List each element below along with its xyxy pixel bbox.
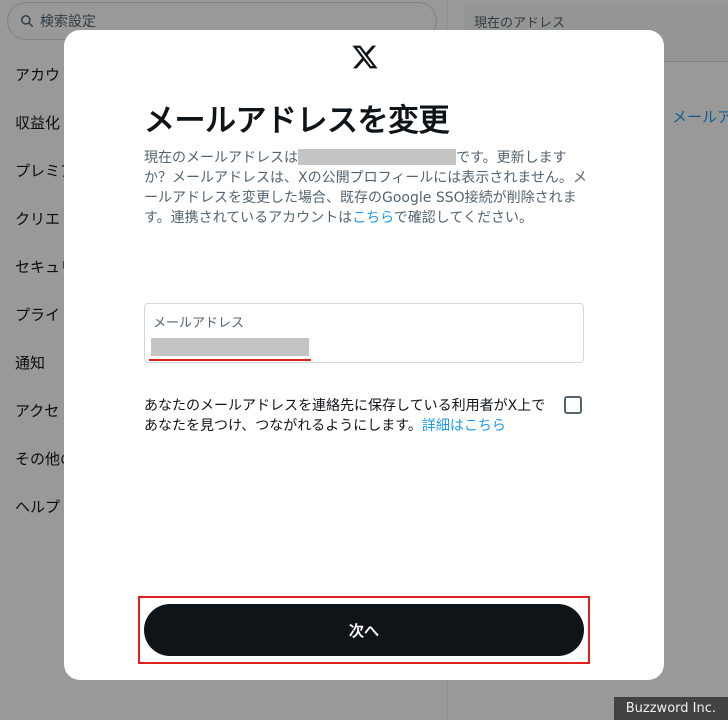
linked-accounts-link[interactable]: こちら bbox=[352, 210, 394, 226]
dialog-description: 現在のメールアドレスは です。更新しますか？メールアドレスは、Xの公開プロフィール… bbox=[144, 148, 588, 228]
watermark: Buzzword Inc. bbox=[613, 697, 728, 720]
email-field-label: メールアドレス bbox=[153, 316, 245, 331]
x-logo-icon bbox=[352, 45, 378, 69]
discoverability-checkbox[interactable] bbox=[564, 396, 582, 414]
dialog-title: メールアドレスを変更 bbox=[144, 103, 450, 139]
learn-more-link[interactable]: 詳細はこちら bbox=[422, 418, 506, 434]
redacted-email-value[interactable] bbox=[151, 338, 309, 356]
annotation-underline bbox=[149, 359, 311, 361]
email-field[interactable]: メールアドレス bbox=[144, 303, 584, 363]
description-text: 現在のメールアドレスは bbox=[144, 150, 298, 166]
discoverability-text: あなたのメールアドレスを連絡先に保存している利用者がX上であなたを見つけ、つなが… bbox=[144, 396, 554, 436]
description-text: で確認してください。 bbox=[393, 210, 533, 226]
next-button[interactable]: 次へ bbox=[144, 604, 584, 656]
change-email-dialog: メールアドレスを変更 現在のメールアドレスは です。更新しますか？メールアドレスは… bbox=[64, 30, 664, 680]
redacted-current-email bbox=[298, 149, 456, 165]
